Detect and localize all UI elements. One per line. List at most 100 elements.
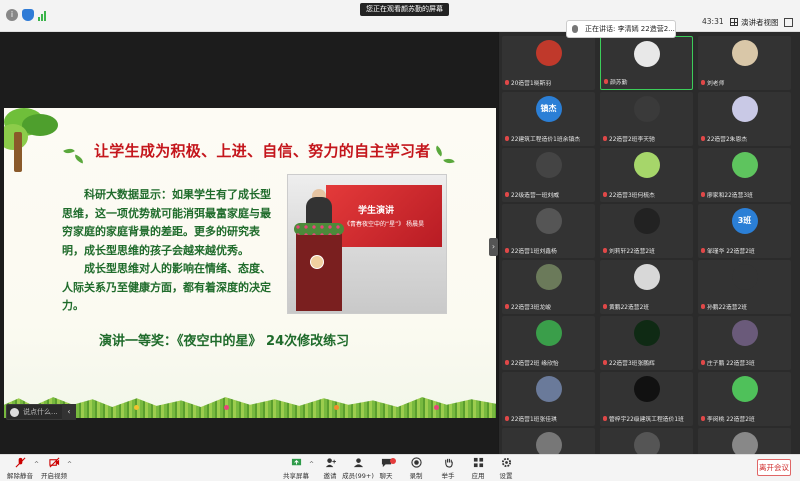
- network-signal-icon[interactable]: [38, 11, 48, 21]
- participant-avatar: [535, 208, 562, 234]
- participant-tile[interactable]: 李闵桃 22造营2班: [698, 372, 791, 426]
- apps-icon: [473, 457, 483, 468]
- participant-avatar: [535, 376, 562, 402]
- notification-badge: [390, 458, 396, 464]
- podium: [296, 231, 342, 311]
- participant-avatar: [731, 152, 758, 178]
- participant-avatar: [535, 40, 562, 66]
- participant-avatar: [633, 320, 660, 346]
- share-screen-icon: [291, 458, 301, 466]
- fullscreen-icon[interactable]: [784, 18, 793, 27]
- grid-view-icon: [730, 18, 738, 26]
- video-off-icon: [48, 457, 59, 468]
- flower-decoration: [134, 405, 139, 410]
- participant-avatar: [731, 264, 758, 290]
- participant-name: 22造营3班何梳杰: [603, 190, 691, 199]
- grass-decoration: [4, 397, 496, 418]
- participant-tile[interactable]: 22级造营一班刘威: [502, 148, 595, 202]
- info-icon[interactable]: i: [6, 9, 18, 21]
- participant-tile[interactable]: 黄鹏22造营2班: [600, 260, 693, 314]
- participant-tile[interactable]: 22造营1班刘鑫杨: [502, 204, 595, 258]
- flower-decoration: [334, 405, 339, 410]
- participant-name: 颜苏勤: [604, 77, 690, 86]
- participant-name: 邹瑾华 22造营2班: [701, 246, 789, 255]
- participant-avatar: [731, 40, 758, 66]
- participant-name: 22造营2班 缘欣怡: [505, 358, 593, 367]
- participant-name: 李闵桃 22造营2班: [701, 414, 789, 423]
- chat-placeholder: 说点什么...: [23, 408, 58, 416]
- participant-name: 22造营2班李天驰: [603, 134, 691, 143]
- participant-tile[interactable]: 22造营2朱恩杰: [698, 92, 791, 146]
- school-emblem: [310, 255, 324, 269]
- participant-name: 刘老师: [701, 78, 789, 87]
- participant-tile[interactable]: 3班邹瑾华 22造营2班: [698, 204, 791, 258]
- participant-name: 黄鹏22造营2班: [603, 302, 691, 311]
- participant-avatar: [633, 41, 660, 67]
- participant-tile[interactable]: 22造营2班 缘欣怡: [502, 316, 595, 370]
- participant-avatar: [633, 152, 660, 178]
- invite-icon: [325, 458, 336, 468]
- leave-meeting-button[interactable]: 离开会议: [757, 459, 791, 476]
- participant-name: 22建筑工程造价1班余镇杰: [505, 134, 593, 143]
- record-button[interactable]: 录制: [398, 457, 434, 481]
- participant-name: 20造营1晓斯羽: [505, 78, 593, 87]
- participant-tile[interactable]: 刘老师: [698, 36, 791, 90]
- tree-decoration: [4, 108, 74, 178]
- slide-title: 让学生成为积极、上进、自信、努力的自主学习者: [94, 142, 431, 160]
- share-screen-label: 共享屏幕: [283, 472, 309, 480]
- participant-avatar: [731, 320, 758, 346]
- leaf-decoration: [443, 156, 455, 166]
- participant-tile[interactable]: 22造营2班李天驰: [600, 92, 693, 146]
- meeting-timer: 43:31: [702, 17, 724, 26]
- emoji-icon[interactable]: [10, 407, 19, 417]
- view-mode-label: 演讲者视图: [741, 17, 779, 27]
- flowers: [294, 223, 344, 235]
- unmute-button[interactable]: 解除静音: [2, 457, 38, 481]
- participant-avatar: [633, 376, 660, 402]
- participant-name: 22造营3班龙峻: [505, 302, 593, 311]
- screen-share-notice: 您正在观看颜苏勤的屏幕: [360, 3, 449, 16]
- participant-tile[interactable]: 管梓宇22级建筑工程造价1班: [600, 372, 693, 426]
- participant-gallery: 20造营1晓斯羽 颜苏勤 刘老师镇杰 22建筑工程造价1班余镇杰 22造营2班李天驰 22…: [499, 32, 800, 474]
- participant-tile[interactable]: 庄子鹏 22造营3班: [698, 316, 791, 370]
- participant-avatar: 3班: [731, 208, 758, 234]
- record-icon: [410, 457, 422, 468]
- participant-tile[interactable]: 颜苏勤: [600, 36, 693, 90]
- settings-label: 设置: [499, 472, 513, 480]
- participant-avatar: [731, 376, 758, 402]
- view-mode-button[interactable]: 演讲者视图: [730, 16, 779, 28]
- participant-name: 孙鹏22造营2班: [701, 302, 789, 311]
- settings-button[interactable]: 设置: [488, 457, 524, 481]
- participant-name: 22造营1班刘鑫杨: [505, 246, 593, 255]
- chevron-up-icon[interactable]: ^: [67, 461, 72, 468]
- participant-name: 22造营2朱恩杰: [701, 134, 789, 143]
- participant-name: 22造营1班张佳琪: [505, 414, 593, 423]
- participant-avatar: [633, 264, 660, 290]
- slide-body-text: 科研大数据显示：如果学生有了成长型思维，这一项优势就可能消弭最富家庭与最穷家庭的…: [62, 186, 280, 316]
- leaf-decoration: [433, 145, 445, 157]
- microphone-muted-icon: [15, 457, 25, 468]
- security-shield-icon[interactable]: [22, 9, 34, 21]
- speaking-label: 正在讲话: 李清嫣 22造营2...: [585, 25, 675, 33]
- participant-tile[interactable]: 22造营3班龙峻: [502, 260, 595, 314]
- participant-avatar: [535, 264, 562, 290]
- participant-avatar: [633, 96, 660, 122]
- backdrop-title: 学生演讲: [358, 206, 395, 216]
- participant-tile[interactable]: 镇杰 22建筑工程造价1班余镇杰: [502, 92, 595, 146]
- record-label: 录制: [409, 472, 423, 480]
- gear-icon: [501, 457, 511, 468]
- collapse-gallery-icon[interactable]: ›: [489, 238, 498, 256]
- participant-tile[interactable]: 22造营3班何梳杰: [600, 148, 693, 202]
- participant-name: 22级造营一班刘威: [505, 190, 593, 199]
- collapse-chat-icon[interactable]: ‹: [62, 404, 76, 420]
- participant-name: 廖家和22造营3班: [701, 190, 789, 199]
- participant-tile[interactable]: 廖家和22造营3班: [698, 148, 791, 202]
- participant-tile[interactable]: 22造营3班张鹏辉: [600, 316, 693, 370]
- participant-tile[interactable]: 22造营1班张佳琪: [502, 372, 595, 426]
- participant-tile[interactable]: 20造营1晓斯羽: [502, 36, 595, 90]
- participant-name: 管梓宇22级建筑工程造价1班: [603, 414, 691, 423]
- participant-tile[interactable]: 孙鹏22造营2班: [698, 260, 791, 314]
- participant-tile[interactable]: 刘莉轩22造营2班: [600, 204, 693, 258]
- hand-icon: [444, 458, 453, 468]
- backdrop-subtitle: 《青春夜空中的“星”》 杨晨昊: [344, 221, 425, 228]
